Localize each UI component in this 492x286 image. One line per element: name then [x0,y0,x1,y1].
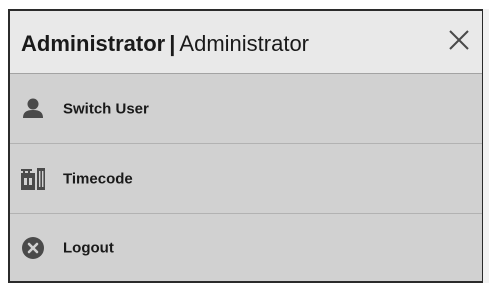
menu-item-timecode[interactable]: Timecode [10,144,482,214]
current-user-role: Administrator [179,31,309,56]
menu-item-label: Logout [63,239,114,256]
menu-item-label: Switch User [63,100,149,117]
dialog-title: Administrator | Administrator [21,31,309,57]
user-menu-dialog: Administrator | Administrator Switch User [8,9,484,283]
dialog-header: Administrator | Administrator [10,11,482,74]
scrollbar[interactable] [483,9,489,283]
menu-item-switch-user[interactable]: Switch User [10,74,482,144]
close-button[interactable] [446,27,472,53]
close-icon [449,30,469,50]
timecode-icon [20,166,46,192]
menu-item-label: Timecode [63,170,133,187]
current-user-name: Administrator [21,31,166,56]
menu-item-logout[interactable]: Logout [10,214,482,281]
logout-icon [20,235,46,261]
title-separator: | [169,31,176,56]
user-icon [20,96,46,122]
